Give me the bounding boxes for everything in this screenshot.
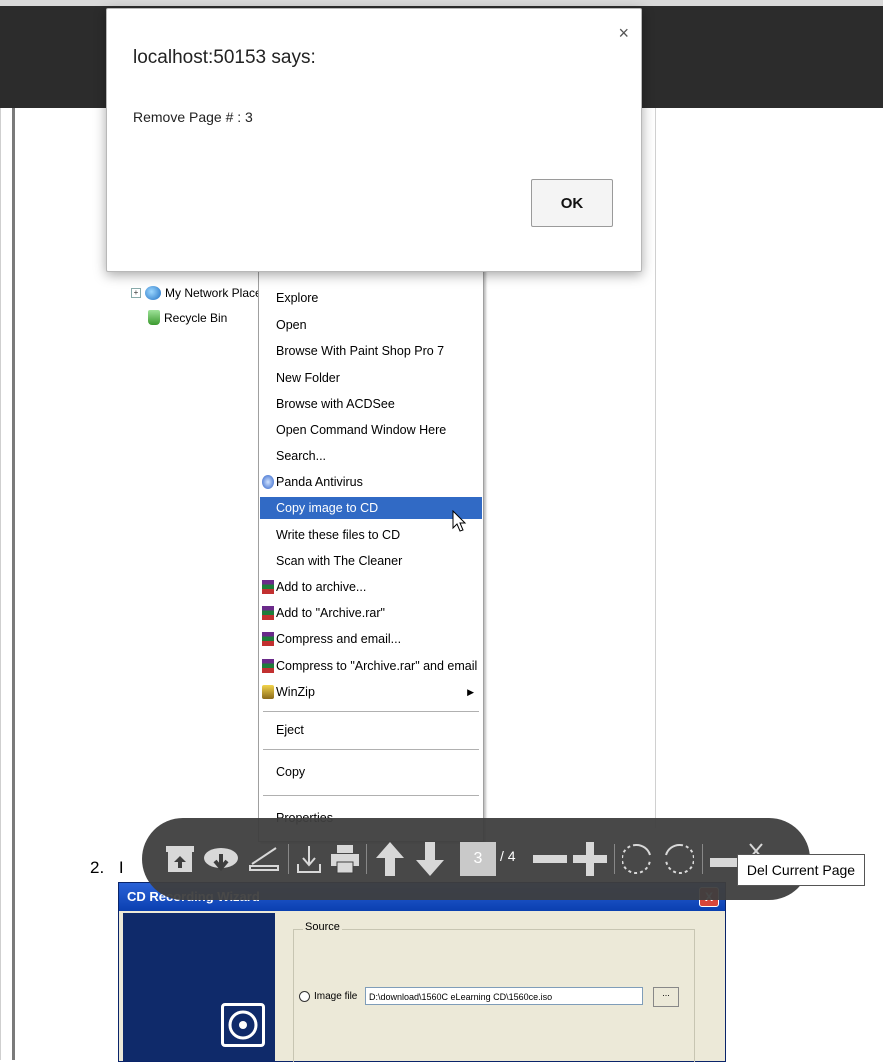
menu-separator [263, 711, 479, 712]
menu-item-browse-acdsee[interactable]: Browse with ACDSee [260, 393, 482, 415]
browse-button[interactable]: ... [653, 987, 679, 1007]
tree-item-network-label: My Network Place [165, 286, 262, 300]
toolbar-divider [288, 844, 289, 874]
total-pages: / 4 [500, 848, 516, 864]
menu-item-compress-email[interactable]: Compress and email... [260, 628, 482, 650]
alert-dialog: localhost:50153 says: × Remove Page # : … [106, 8, 642, 272]
print-icon[interactable] [328, 832, 362, 886]
menu-item-scan-cleaner[interactable]: Scan with The Cleaner [260, 550, 482, 572]
menu-item-label: Write these files to CD [276, 528, 401, 542]
menu-item-browse-psp[interactable]: Browse With Paint Shop Pro 7 [260, 340, 482, 362]
panda-antivirus-icon [262, 475, 274, 489]
menu-item-label: Add to "Archive.rar" [276, 606, 385, 620]
tooltip: Del Current Page [737, 854, 865, 886]
menu-item-label: New Folder [276, 371, 340, 385]
dialog-message: Remove Page # : 3 [133, 109, 253, 125]
menu-item-copy[interactable]: Copy [260, 761, 482, 783]
menu-item-compress-rar-email[interactable]: Compress to "Archive.rar" and email [260, 655, 482, 677]
zoom-out-icon[interactable] [532, 832, 568, 886]
menu-item-label: Browse With Paint Shop Pro 7 [276, 344, 445, 358]
menu-item-winzip[interactable]: WinZip ▶ [260, 681, 482, 703]
tree-item-network[interactable]: + My Network Place [131, 286, 262, 300]
menu-item-label: Compress to "Archive.rar" and email [276, 659, 478, 673]
close-icon[interactable]: × [618, 23, 629, 44]
winrar-icon [262, 659, 274, 673]
menu-item-copy-image-cd[interactable]: Copy image to CD [260, 497, 482, 519]
menu-item-label: Open Command Window Here [276, 423, 447, 437]
cd-icon [221, 1003, 265, 1047]
cloud-download-icon[interactable] [202, 832, 240, 886]
scanner-icon[interactable] [246, 832, 282, 886]
menu-item-eject[interactable]: Eject [260, 719, 482, 741]
rotate-right-icon[interactable] [660, 832, 696, 886]
source-label: Source [303, 921, 342, 933]
toolbar-divider [614, 844, 615, 874]
tree-item-recycle-bin[interactable]: Recycle Bin [148, 310, 227, 325]
submenu-arrow-icon: ▶ [467, 687, 474, 697]
arrow-up-icon[interactable] [372, 832, 408, 886]
winrar-icon [262, 580, 274, 594]
image-file-label: Image file [314, 991, 358, 1002]
menu-item-write-cd[interactable]: Write these files to CD [260, 524, 482, 546]
menu-item-open[interactable]: Open [260, 314, 482, 336]
rotate-left-icon[interactable] [620, 832, 656, 886]
expand-icon[interactable]: + [131, 288, 141, 298]
network-places-icon [145, 286, 161, 300]
menu-item-new-folder[interactable]: New Folder [260, 367, 482, 389]
menu-item-search[interactable]: Search... [260, 445, 482, 467]
image-file-path-field[interactable]: D:\download\1560C eLearning CD\1560ce.is… [365, 987, 643, 1005]
menu-item-panda[interactable]: Panda Antivirus [260, 471, 482, 493]
cd-recording-wizard: CD Recording Wizard X Source Image file … [118, 882, 726, 1062]
menu-item-label: Eject [276, 723, 304, 737]
document-image-edge [655, 108, 656, 828]
tree-item-recycle-label: Recycle Bin [164, 310, 228, 325]
menu-item-add-archive[interactable]: Add to archive... [260, 576, 482, 598]
menu-item-label: Scan with The Cleaner [276, 554, 403, 568]
radio-icon[interactable] [299, 991, 310, 1002]
menu-item-label: Panda Antivirus [276, 475, 363, 489]
step-number: 2. I [90, 858, 124, 878]
winrar-icon [262, 632, 274, 646]
context-menu: Explore Open Browse With Paint Shop Pro … [258, 250, 484, 842]
menu-item-add-archive-rar[interactable]: Add to "Archive.rar" [260, 602, 482, 624]
toolbar-divider [366, 844, 367, 874]
archive-icon[interactable] [164, 832, 196, 886]
mouse-cursor-icon [452, 510, 467, 532]
download-icon[interactable] [294, 832, 324, 886]
dialog-title: localhost:50153 says: [133, 47, 316, 68]
menu-separator [263, 795, 479, 796]
step-number-text: 2. [90, 858, 105, 877]
step-text: I [118, 858, 124, 877]
menu-separator [263, 749, 479, 750]
menu-item-explore[interactable]: Explore [260, 287, 482, 309]
menu-item-label: Add to archive... [276, 580, 367, 594]
left-margin-line [0, 108, 1, 1060]
menu-item-label: WinZip [276, 685, 315, 699]
image-file-radio[interactable]: Image file [299, 991, 357, 1002]
winrar-icon [262, 606, 274, 620]
winzip-icon [262, 685, 274, 699]
menu-item-label: Explore [276, 291, 319, 305]
menu-item-label: Open [276, 318, 307, 332]
wizard-banner-image [123, 913, 275, 1061]
arrow-down-icon[interactable] [412, 832, 448, 886]
viewer-toolbar: 3 / 4 [142, 818, 810, 900]
top-border [0, 0, 883, 6]
recycle-bin-icon [148, 310, 160, 325]
toolbar-divider [702, 844, 703, 874]
menu-item-label: Copy image to CD [276, 501, 379, 515]
menu-item-label: Search... [276, 449, 327, 463]
menu-item-label: Compress and email... [276, 632, 402, 646]
ok-button[interactable]: OK [531, 179, 613, 227]
current-page-input[interactable]: 3 [460, 842, 496, 876]
zoom-in-icon[interactable] [572, 832, 608, 886]
menu-item-label: Copy [276, 765, 306, 779]
menu-item-label: Browse with ACDSee [276, 397, 395, 411]
menu-item-command-window[interactable]: Open Command Window Here [260, 419, 482, 441]
